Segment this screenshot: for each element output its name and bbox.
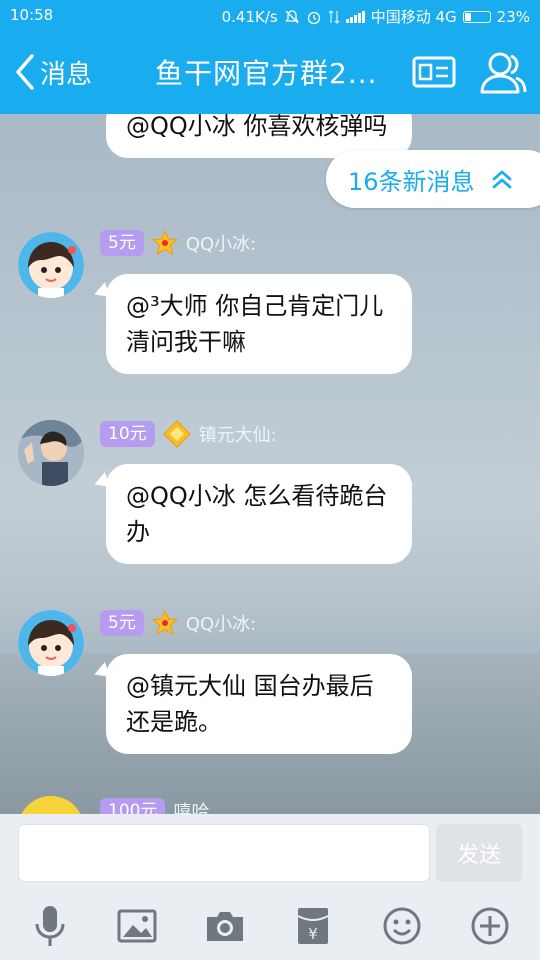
- notification-off-icon: [284, 9, 299, 23]
- battery-percent: 23%: [496, 7, 530, 26]
- star-badge-icon: [151, 230, 178, 256]
- reward-tag: 5元: [100, 230, 144, 256]
- back-label: 消息: [40, 59, 93, 90]
- chat-title: 鱼干网官方群2...: [155, 57, 378, 90]
- reward-tag: 100元: [100, 798, 166, 814]
- group-card-icon[interactable]: [412, 54, 456, 90]
- reward-tag: 5元: [100, 610, 144, 636]
- sender-name: QQ小冰:: [185, 234, 257, 255]
- group-members-icon[interactable]: [478, 48, 528, 96]
- network-speed: 0.41K/s: [221, 7, 278, 26]
- data-transfer-icon: [328, 9, 340, 24]
- smiley-icon: [383, 907, 421, 945]
- sender-name: QQ小冰:: [185, 614, 257, 635]
- diamond-badge-icon: [162, 420, 191, 448]
- carrier-label: 中国移动 4G: [370, 8, 457, 26]
- photo-button[interactable]: [113, 902, 161, 950]
- message-bubble[interactable]: @³大师 你自己肯定门儿清问我干嘛: [106, 274, 412, 374]
- girl-avatar-icon: [18, 232, 84, 298]
- sender-name: 镇元大仙:: [198, 425, 277, 446]
- reward-tag: 10元: [100, 421, 155, 447]
- message-text: @镇元大仙 国台办最后还是跪。: [126, 672, 374, 736]
- message-input[interactable]: [18, 824, 430, 882]
- more-button[interactable]: [466, 902, 514, 950]
- emoji-button[interactable]: [378, 902, 426, 950]
- message-text: @QQ小冰 你喜欢核弹吗: [126, 114, 388, 140]
- plus-circle-icon: [471, 907, 509, 945]
- avatar[interactable]: [18, 610, 84, 676]
- svg-text:¥: ¥: [308, 925, 318, 943]
- chat-area[interactable]: @QQ小冰 你喜欢核弹吗 5元 QQ小冰: @³大师 你自己肯定门儿清问我干嘛: [0, 114, 540, 814]
- sender-name: 嘻哈: [173, 802, 210, 814]
- image-icon: [117, 909, 157, 943]
- red-packet-icon: ¥: [297, 908, 329, 944]
- red-packet-button[interactable]: ¥: [289, 902, 337, 950]
- avatar[interactable]: [18, 420, 84, 486]
- girl-avatar-icon: [18, 610, 84, 676]
- avatar[interactable]: [18, 232, 84, 298]
- chevron-left-icon: [16, 54, 34, 90]
- star-badge-icon: [151, 610, 178, 636]
- message-bubble[interactable]: @镇元大仙 国台办最后还是跪。: [106, 654, 412, 754]
- toolbar: ¥: [0, 902, 540, 950]
- camera-button[interactable]: [201, 902, 249, 950]
- sender-meta: 100元 嘻哈: [100, 798, 209, 814]
- status-bar: 10:58 0.41K/s 中国移动 4G 23%: [0, 0, 540, 30]
- battery-fill: [464, 12, 471, 21]
- sender-meta: 5元 QQ小冰:: [100, 610, 256, 636]
- new-messages-label: 16条新消息: [348, 167, 475, 196]
- sender-meta: 5元 QQ小冰:: [100, 230, 256, 256]
- voice-button[interactable]: [26, 902, 74, 950]
- camera-icon: [207, 912, 243, 941]
- message-text: @³大师 你自己肯定门儿清问我干嘛: [126, 292, 384, 356]
- double-chevron-up-icon: [492, 170, 511, 189]
- back-button[interactable]: 消息: [14, 50, 92, 94]
- header-bar: 消息 鱼干网官方群2...: [0, 30, 540, 114]
- input-bar: 发送 ¥: [0, 814, 540, 960]
- message-bubble[interactable]: @QQ小冰 怎么看待跪台办: [106, 464, 412, 564]
- status-right: 0.41K/s 中国移动 4G 23%: [222, 6, 530, 27]
- send-button[interactable]: 发送: [436, 824, 522, 882]
- sender-meta: 10元 镇元大仙:: [100, 420, 277, 448]
- message-text: @QQ小冰 怎么看待跪台办: [126, 482, 388, 546]
- status-time: 10:58: [10, 6, 54, 24]
- battery-icon: [462, 10, 491, 23]
- photo-avatar-icon: [18, 420, 84, 486]
- new-messages-button[interactable]: 16条新消息: [326, 150, 540, 208]
- microphone-icon: [35, 906, 65, 946]
- alarm-icon: [307, 11, 320, 24]
- signal-icon: [345, 10, 365, 23]
